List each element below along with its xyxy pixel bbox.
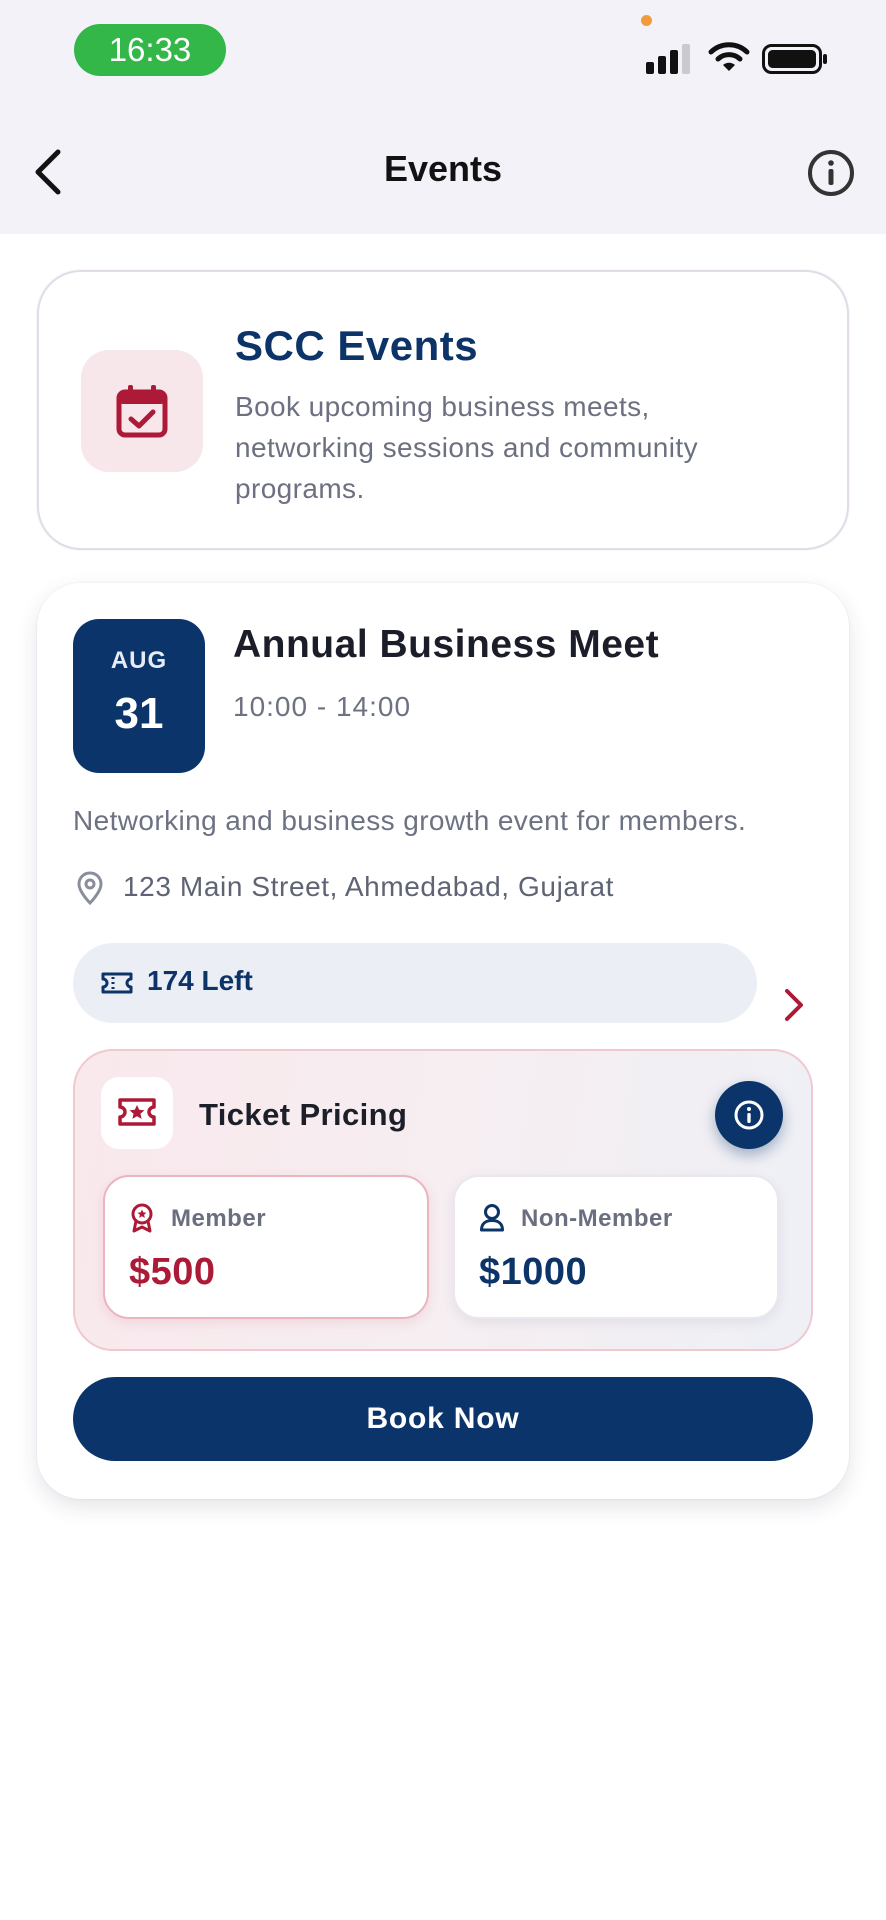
pricing-info-button[interactable] [715, 1081, 783, 1149]
cellular-signal-icon [646, 44, 692, 74]
user-icon [480, 1204, 504, 1232]
battery-icon [762, 44, 827, 74]
page-title: Events [383, 148, 503, 189]
event-time: 10:00 - 14:00 [233, 691, 412, 722]
ticket-icon [101, 972, 133, 994]
ticket-pricing-panel: Ticket Pricing Member $500 Non-Member $1… [73, 1049, 813, 1351]
pricing-title: Ticket Pricing [199, 1097, 408, 1132]
calendar-check-icon [81, 350, 203, 472]
top-area: 16:33 Events [0, 0, 886, 234]
event-month: AUG [110, 647, 168, 674]
privacy-indicator-dot [641, 15, 652, 26]
seats-left-text: 174 Left [147, 965, 253, 996]
info-icon [734, 1100, 764, 1130]
status-time: 16:33 [74, 24, 226, 76]
chevron-right-icon[interactable] [781, 987, 807, 1023]
event-description: Networking and business growth event for… [73, 805, 747, 836]
intro-title: SCC Events [235, 322, 479, 369]
non-member-price-card[interactable]: Non-Member $1000 [453, 1175, 779, 1319]
member-price: $500 [129, 1251, 216, 1293]
member-label: Member [171, 1205, 267, 1232]
location-pin-icon [77, 871, 103, 905]
member-price-card[interactable]: Member $500 [103, 1175, 429, 1319]
intro-card: SCC Events Book upcoming business meets,… [37, 270, 849, 550]
non-member-price: $1000 [479, 1251, 588, 1293]
event-card[interactable]: AUG 31 Annual Business Meet 10:00 - 14:0… [37, 583, 849, 1499]
award-icon [131, 1203, 153, 1233]
ticket-star-icon [101, 1077, 173, 1149]
event-title: Annual Business Meet [233, 623, 660, 666]
seats-left-badge: 174 Left [73, 943, 757, 1023]
event-day: 31 [114, 689, 164, 738]
info-button[interactable] [806, 148, 856, 198]
wifi-icon [708, 42, 750, 71]
book-now-button[interactable]: Book Now [73, 1377, 813, 1461]
intro-description: Book upcoming business meets, networking… [235, 391, 698, 504]
non-member-label: Non-Member [521, 1205, 673, 1232]
event-date-badge: AUG 31 [73, 619, 205, 773]
event-location: 123 Main Street, Ahmedabad, Gujarat [123, 871, 615, 902]
